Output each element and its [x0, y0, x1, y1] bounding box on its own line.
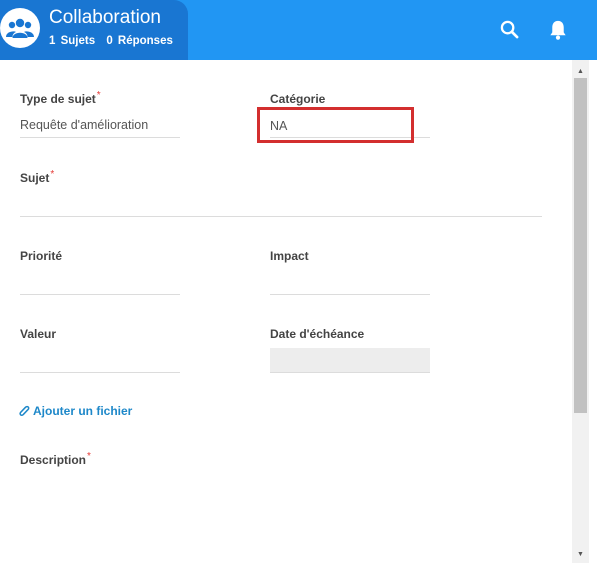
topic-form: Type de sujet* Requête d'amélioration Ca… — [0, 60, 572, 563]
topics-count: 1 Sujets — [49, 35, 96, 47]
impact-label: Impact — [270, 249, 309, 263]
replies-count: 0 Réponses — [106, 35, 173, 47]
subject-underline — [20, 216, 542, 217]
type-label: Type de sujet* — [20, 90, 101, 106]
attach-file-label: Ajouter un fichier — [33, 404, 133, 418]
title-block: Collaboration 1 Sujets 0 Réponses — [0, 0, 188, 60]
scroll-down-arrow[interactable]: ▼ — [572, 547, 589, 561]
category-label: Catégorie — [270, 92, 326, 106]
impact-select[interactable] — [270, 271, 430, 293]
paperclip-icon — [19, 405, 30, 416]
bell-icon[interactable] — [547, 18, 569, 40]
priority-label: Priorité — [20, 249, 63, 263]
value-input[interactable] — [20, 349, 180, 371]
due-date-input — [270, 348, 430, 373]
value-label: Valeur — [20, 327, 57, 341]
type-select[interactable]: Requête d'amélioration — [20, 114, 180, 136]
category-highlight-box — [257, 107, 414, 143]
scroll-up-arrow[interactable]: ▲ — [572, 64, 589, 78]
app-header: Collaboration 1 Sujets 0 Réponses — [0, 0, 597, 60]
users-icon — [0, 8, 40, 48]
impact-underline — [270, 294, 430, 295]
attach-file-link[interactable]: Ajouter un fichier — [19, 404, 132, 418]
app-title: Collaboration — [49, 7, 161, 28]
vertical-scrollbar[interactable]: ▲ ▼ — [572, 60, 589, 563]
priority-underline — [20, 294, 180, 295]
priority-select[interactable] — [20, 271, 180, 293]
search-icon[interactable] — [498, 18, 520, 40]
app-counters: 1 Sujets 0 Réponses — [49, 35, 173, 47]
scroll-thumb[interactable] — [574, 78, 587, 413]
due-date-label: Date d'échéance — [270, 327, 365, 341]
description-label: Description* — [20, 451, 91, 467]
value-underline — [20, 372, 180, 373]
subject-input[interactable] — [20, 192, 542, 214]
subject-label: Sujet* — [20, 169, 55, 185]
type-underline — [20, 137, 180, 138]
